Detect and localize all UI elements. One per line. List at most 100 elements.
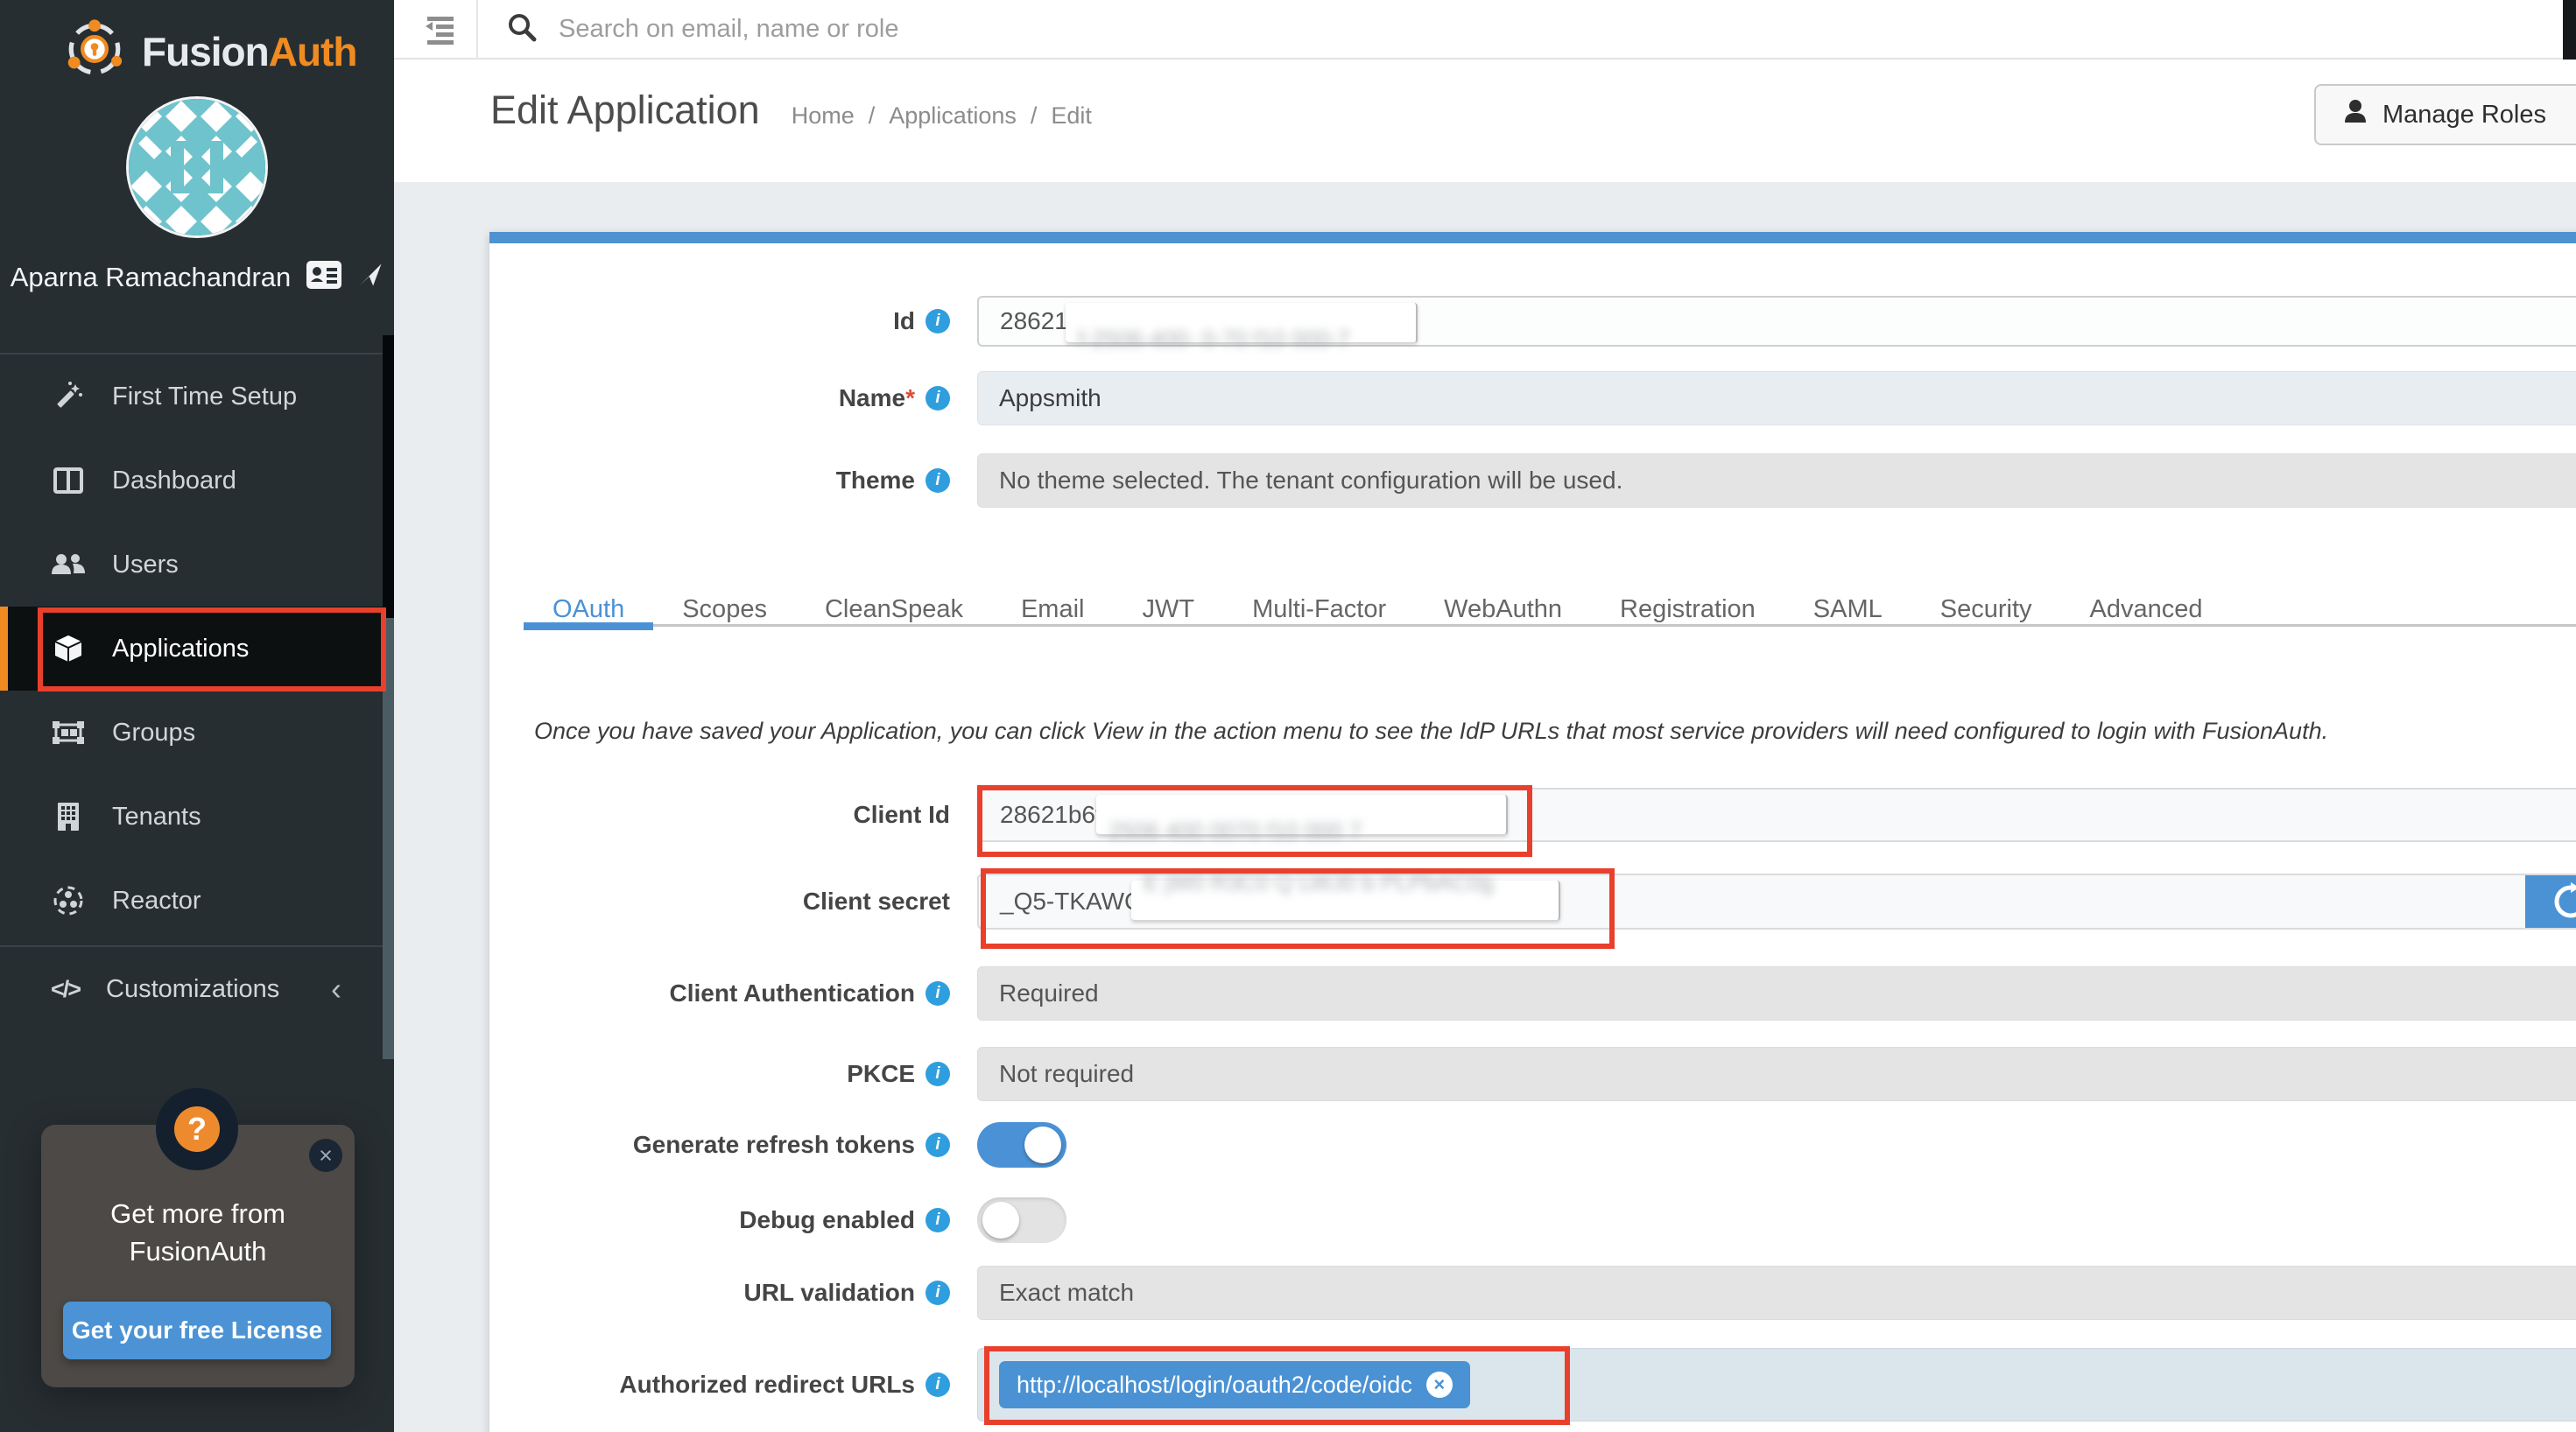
columns-icon [51,467,86,494]
form-row-debug-enabled: Debug enabled i [394,1197,2576,1243]
manage-roles-button[interactable]: Manage Roles [2314,84,2576,145]
sidebar-item-label: Tenants [112,803,201,832]
info-icon[interactable]: i [926,981,950,1006]
client-id-label: Client Id [394,801,977,829]
pkce-label: PKCE i [394,1060,977,1088]
help-badge: ? [156,1088,238,1170]
tab-registration[interactable]: Registration [1591,595,1784,624]
form-row-generate-refresh-tokens: Generate refresh tokens i [394,1122,2576,1168]
get-free-license-button[interactable]: Get your free License [63,1302,331,1359]
annotation-box-redirect-urls [984,1346,1570,1425]
regenerate-secret-button[interactable] [2525,875,2576,928]
id-field[interactable]: 28621b f-2506-400- 0-70 f10 000-7 [977,296,2576,347]
tab-security[interactable]: Security [1911,595,2061,624]
generate-refresh-tokens-toggle[interactable] [977,1122,1066,1168]
users-icon [51,551,86,578]
topbar [394,0,2576,60]
debug-enabled-toggle[interactable] [977,1197,1066,1243]
search-input[interactable] [559,15,1872,44]
sidebar-item-dashboard[interactable]: Dashboard [0,439,394,523]
form-row-name: Name* i Appsmith [394,371,2576,425]
redaction-smudge: f-2506-400- 0-70 f10 000-7 [1066,303,1418,343]
promo-close-button[interactable]: × [309,1139,342,1172]
tab-webauthn[interactable]: WebAuthn [1415,595,1591,624]
id-card-icon[interactable] [306,261,341,293]
tab-cleanspeak[interactable]: CleanSpeak [796,595,992,624]
annotation-box-applications [38,607,386,691]
promo-title: Get more from FusionAuth [41,1195,355,1270]
breadcrumb-edit: Edit [1051,102,1092,130]
breadcrumb-applications[interactable]: Applications [889,102,1017,130]
toggle-knob [1024,1127,1061,1163]
oauth-note: Once you have saved your Application, yo… [534,718,2328,745]
app-root: FusionAuth [0,0,2576,1432]
topbar-divider [476,0,478,58]
sidebar-item-reactor[interactable]: Reactor [0,859,394,943]
breadcrumb: Home / Applications / Edit [792,102,1092,130]
client-authentication-label: Client Authentication i [394,979,977,1007]
sidebar-item-customizations[interactable]: </> Customizations ‹ [0,947,394,1031]
info-icon[interactable]: i [926,1372,950,1397]
info-icon[interactable]: i [926,1133,950,1157]
sidebar-item-groups[interactable]: Groups [0,691,394,775]
name-field[interactable]: Appsmith [977,371,2576,425]
breadcrumb-separator: / [869,102,876,130]
info-icon[interactable]: i [926,1208,950,1232]
tab-advanced[interactable]: Advanced [2061,595,2232,624]
chevron-left-icon[interactable]: ‹ [331,971,341,1007]
main-area: Edit Application Home / Applications / E… [394,0,2576,1432]
sidebar-item-first-time-setup[interactable]: First Time Setup [0,354,394,439]
search-icon[interactable] [506,11,538,47]
fusionauth-logo-icon [61,16,128,87]
user-name: Aparna Ramachandran [11,262,292,293]
url-validation-select[interactable]: Exact match [977,1266,2576,1320]
search-bar [506,0,2082,58]
page-title: Edit Application [490,88,760,133]
tab-oauth[interactable]: OAuth [524,595,653,624]
sidebar-item-label: Dashboard [112,467,236,495]
question-mark-icon: ? [174,1106,220,1152]
theme-label: Theme i [394,467,977,495]
screen-edge-strip [2563,0,2576,60]
authorized-redirect-urls-label: Authorized redirect URLs i [394,1371,977,1399]
sidebar-item-users[interactable]: Users [0,523,394,607]
location-arrow-icon[interactable] [357,262,384,292]
avatar[interactable] [129,99,265,235]
form-row-client-authentication: Client Authentication i Required [394,966,2576,1021]
info-icon[interactable]: i [926,309,950,333]
reactor-icon [51,885,86,916]
id-label: Id i [394,307,977,335]
annotation-box-client-id [977,785,1532,857]
pkce-select[interactable]: Not required [977,1047,2576,1101]
page-header: Edit Application Home / Applications / E… [394,61,2576,182]
tab-bar-row: OAuth Scopes CleanSpeak Email JWT Multi-… [524,578,2576,644]
sidebar-item-tenants[interactable]: Tenants [0,775,394,859]
url-validation-label: URL validation i [394,1279,977,1307]
user-row: Aparna Ramachandran [0,261,394,293]
tab-scopes[interactable]: Scopes [653,595,796,624]
breadcrumb-home[interactable]: Home [792,102,855,130]
form-row-theme: Theme i No theme selected. The tenant co… [394,453,2576,508]
magic-wand-icon [51,381,86,412]
sidebar-item-label: Reactor [112,887,201,916]
tab-multi-factor[interactable]: Multi-Factor [1223,595,1415,624]
info-icon[interactable]: i [926,386,950,411]
info-icon[interactable]: i [926,1281,950,1305]
tab-jwt[interactable]: JWT [1113,595,1223,624]
info-icon[interactable]: i [926,468,950,493]
annotation-box-client-secret [981,868,1615,949]
person-icon [2344,99,2367,130]
tab-saml[interactable]: SAML [1784,595,1911,624]
client-authentication-select[interactable]: Required [977,966,2576,1021]
sidebar-item-label: Users [112,551,179,579]
tab-email[interactable]: Email [992,595,1114,624]
theme-field[interactable]: No theme selected. The tenant configurat… [977,453,2576,508]
toggle-knob [982,1202,1019,1239]
breadcrumb-separator: / [1031,102,1038,130]
promo-card: ? × Get more from FusionAuth Get your fr… [41,1125,355,1387]
generate-refresh-tokens-label: Generate refresh tokens i [394,1131,977,1159]
building-icon [51,802,86,832]
fusionauth-logo[interactable]: FusionAuth [61,16,357,87]
info-icon[interactable]: i [926,1062,950,1086]
sidebar-collapse-icon[interactable] [422,13,459,51]
